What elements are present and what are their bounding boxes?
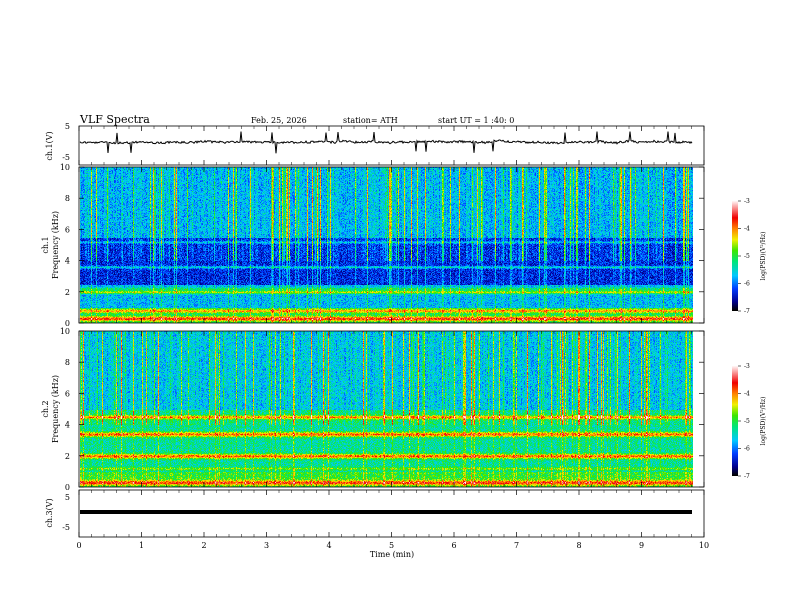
spec-y-tick-label: 2 <box>65 288 70 297</box>
x-tick-label: 4 <box>326 541 331 550</box>
ch2-spectrogram-panel: 0246810 ch.2 Frequency (kHz) -3-4-5-6-7 … <box>41 327 767 492</box>
spec-y-tick-label: 6 <box>65 225 70 234</box>
colorbar-tick-label: -3 <box>744 198 750 205</box>
ch1-colorbar-label: log(PSD)(V²/Hz) <box>760 232 767 281</box>
x-tick-label: 2 <box>201 541 206 550</box>
spec-y-tick-label: 2 <box>65 452 70 461</box>
ch1-waveform-line <box>79 131 693 154</box>
vlf-spectra-figure: VLF Spectra Feb. 25, 2026 station= ATH s… <box>0 0 792 612</box>
x-tick-label: 9 <box>639 541 644 550</box>
ch2-colorbar-label: log(PSD)(V²/Hz) <box>760 397 767 446</box>
ch3-ylabel: ch.3(V) <box>45 498 54 527</box>
colorbar-tick-label: -3 <box>744 363 750 370</box>
colorbar-tick-label: -6 <box>744 446 750 453</box>
start-ut-label: start UT = 1 :40: 0 <box>438 116 514 125</box>
ch2-spec-ylabel-top: ch.2 <box>41 400 50 417</box>
ch1-ylabel: ch.1(V) <box>45 131 54 160</box>
axes-layer: VLF Spectra Feb. 25, 2026 station= ATH s… <box>41 113 767 559</box>
colorbar-tick-label: -7 <box>744 473 750 480</box>
x-tick-label: 1 <box>139 541 144 550</box>
spec-y-tick-label: 8 <box>65 194 70 203</box>
colorbar-tick-label: -6 <box>744 281 750 288</box>
x-tick-label: 8 <box>576 541 581 550</box>
spec-y-tick-label: 0 <box>65 483 70 492</box>
spec-y-tick-label: 4 <box>65 421 70 430</box>
ch1-ytick: 5 <box>65 122 70 131</box>
x-tick-label: 0 <box>76 541 81 550</box>
ch1-waveform-panel: 5 -5 ch.1(V) <box>45 122 705 166</box>
x-tick-label: 10 <box>699 541 709 550</box>
ch3-ytick: 5 <box>65 493 70 502</box>
colorbar-tick-label: -4 <box>744 391 750 398</box>
date-label: Feb. 25, 2026 <box>251 116 307 125</box>
ch1-ytick: -5 <box>62 153 70 162</box>
ch1-spectrogram-panel: 0246810 ch.1 Frequency (kHz) -3-4-5-6-7 … <box>41 163 767 328</box>
spec-y-tick-label: 8 <box>65 358 70 367</box>
x-tick-label: 6 <box>451 541 456 550</box>
ch1-spec-ylabel: Frequency (kHz) <box>51 211 60 279</box>
spec-y-tick-label: 6 <box>65 389 70 398</box>
ch3-waveform-panel: 5 -5 ch.3(V) 0 1 2 3 4 5 6 7 8 9 10 Time (min) <box>45 489 709 559</box>
colorbar-tick-label: -5 <box>744 253 750 260</box>
x-tick-label: 5 <box>389 541 394 550</box>
spec-y-tick-label: 10 <box>60 163 70 172</box>
x-tick-label: 7 <box>514 541 519 550</box>
spec-y-tick-label: 10 <box>60 327 70 336</box>
x-tick-label: 3 <box>264 541 269 550</box>
ch3-ytick: -5 <box>62 523 70 532</box>
ch1-spec-ylabel-top: ch.1 <box>41 236 50 253</box>
colorbar-tick-label: -7 <box>744 308 750 315</box>
figure-title: VLF Spectra <box>79 113 150 126</box>
x-axis-label: Time (min) <box>370 550 414 559</box>
colorbar-tick-label: -4 <box>744 226 750 233</box>
colorbar-tick-label: -5 <box>744 418 750 425</box>
ch2-spec-ylabel: Frequency (kHz) <box>51 375 60 443</box>
station-label: station= ATH <box>343 116 398 125</box>
spec-y-tick-label: 4 <box>65 257 70 266</box>
